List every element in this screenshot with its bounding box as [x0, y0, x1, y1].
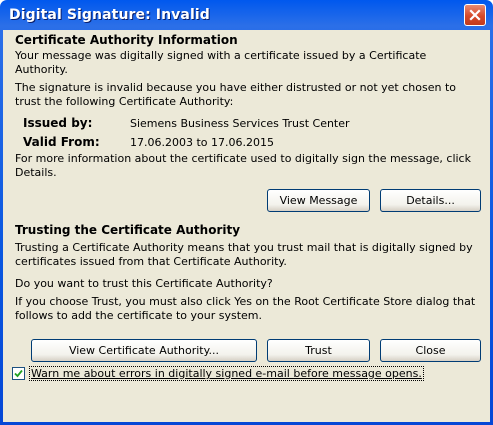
checkmark-icon	[14, 369, 23, 378]
warn-checkbox-row[interactable]: Warn me about errors in digitally signed…	[12, 366, 424, 381]
warn-checkbox[interactable]	[12, 367, 25, 380]
ca-info-para3: For more information about the certifica…	[15, 152, 471, 179]
view-message-label: View Message	[279, 194, 358, 207]
title-bar[interactable]: Digital Signature: Invalid	[3, 0, 490, 30]
ca-info-para2: The signature is invalid because you hav…	[15, 81, 456, 108]
close-icon	[469, 9, 481, 21]
view-message-button[interactable]: View Message	[267, 189, 370, 212]
dialog-body: Certificate Authority Information Your m…	[3, 30, 490, 422]
trust-label: Trust	[305, 344, 332, 357]
warn-checkbox-label[interactable]: Warn me about errors in digitally signed…	[29, 366, 424, 381]
details-label: Details...	[406, 194, 455, 207]
issued-by-value: Siemens Business Services Trust Center	[130, 117, 350, 130]
trusting-para3: If you choose Trust, you must also click…	[15, 295, 476, 322]
ca-info-heading: Certificate Authority Information	[15, 33, 238, 47]
dialog-window: Digital Signature: Invalid Certificate A…	[0, 0, 493, 425]
ca-info-para1: Your message was digitally signed with a…	[15, 49, 427, 76]
trusting-heading: Trusting the Certificate Authority	[15, 223, 241, 237]
close-button[interactable]: Close	[380, 339, 481, 362]
valid-from-value: 17.06.2003 to 17.06.2015	[130, 136, 274, 149]
trust-button[interactable]: Trust	[267, 339, 370, 362]
trusting-para1: Trusting a Certificate Authority means t…	[15, 241, 473, 268]
issued-by-label: Issued by:	[23, 116, 93, 130]
valid-from-label: Valid From:	[23, 135, 100, 149]
view-certificate-authority-button[interactable]: View Certificate Authority...	[31, 339, 257, 362]
view-ca-label: View Certificate Authority...	[68, 344, 220, 357]
details-button[interactable]: Details...	[380, 189, 481, 212]
window-title: Digital Signature: Invalid	[9, 7, 210, 23]
close-label: Close	[415, 344, 446, 357]
close-window-button[interactable]	[464, 4, 486, 26]
trusting-para2: Do you want to trust this Certificate Au…	[15, 277, 273, 290]
